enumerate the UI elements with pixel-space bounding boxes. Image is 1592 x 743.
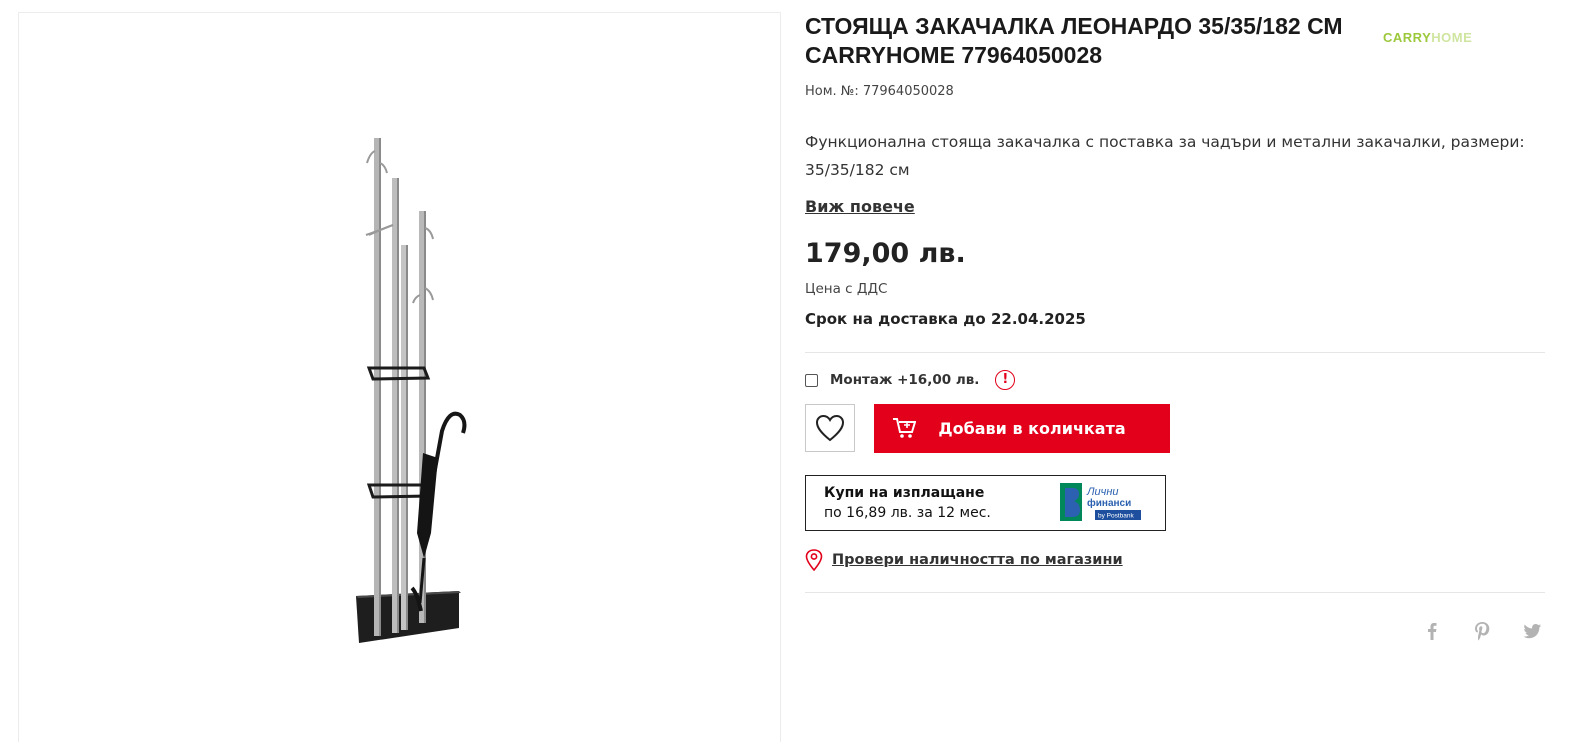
twitter-icon[interactable] — [1521, 620, 1543, 642]
facebook-icon[interactable] — [1421, 620, 1443, 642]
product-description: Функционална стояща закачалка с поставка… — [805, 133, 1525, 179]
brand-logo-part1: CARRY — [1383, 30, 1432, 45]
installment-title: Купи на изплащане — [824, 485, 985, 501]
installment-box[interactable]: Купи на изплащане по 16,89 лв. за 12 мес… — [805, 475, 1166, 531]
logo-text-line1: Лични — [1086, 486, 1119, 498]
assembly-checkbox[interactable] — [805, 373, 818, 387]
add-to-cart-label: Добави в количката — [938, 419, 1126, 438]
postbank-finance-logo: Лични финанси by Postbank — [1060, 483, 1141, 521]
wishlist-button[interactable] — [805, 404, 855, 452]
see-more-link[interactable]: Виж повече — [805, 197, 915, 216]
brand-logo[interactable]: CARRYHOME — [1383, 30, 1472, 45]
location-pin-icon — [805, 549, 823, 571]
product-title: СТОЯЩА ЗАКАЧАЛКА ЛЕОНАРДО 35/35/182 СМ C… — [805, 13, 1343, 68]
installment-terms: по 16,89 лв. за 12 мес. — [824, 505, 991, 521]
heart-icon — [815, 414, 845, 442]
product-price: 179,00 лв. — [805, 238, 966, 269]
delivery-date: Срок на доставка до 22.04.2025 — [805, 310, 1086, 328]
assembly-option[interactable]: Монтаж +16,00 лв. ! — [805, 370, 1016, 390]
pinterest-icon[interactable] — [1471, 620, 1493, 642]
divider — [805, 352, 1545, 353]
info-icon[interactable]: ! — [995, 370, 1016, 390]
divider — [805, 592, 1545, 593]
product-sku: Ном. №: 77964050028 — [805, 84, 954, 99]
add-to-cart-button[interactable]: Добави в количката — [874, 404, 1170, 453]
check-store-availability-label: Провери наличността по магазини — [832, 552, 1123, 568]
logo-text-line2: финанси — [1087, 497, 1131, 509]
check-store-availability-link[interactable]: Провери наличността по магазини — [805, 549, 1123, 571]
product-image[interactable] — [19, 13, 782, 743]
product-image-gallery[interactable] — [18, 12, 781, 742]
brand-logo-part2: HOME — [1431, 30, 1473, 45]
logo-text-line3: by Postbank — [1098, 513, 1135, 520]
assembly-label: Монтаж +16,00 лв. — [830, 372, 980, 388]
vat-note: Цена с ДДС — [805, 281, 888, 297]
